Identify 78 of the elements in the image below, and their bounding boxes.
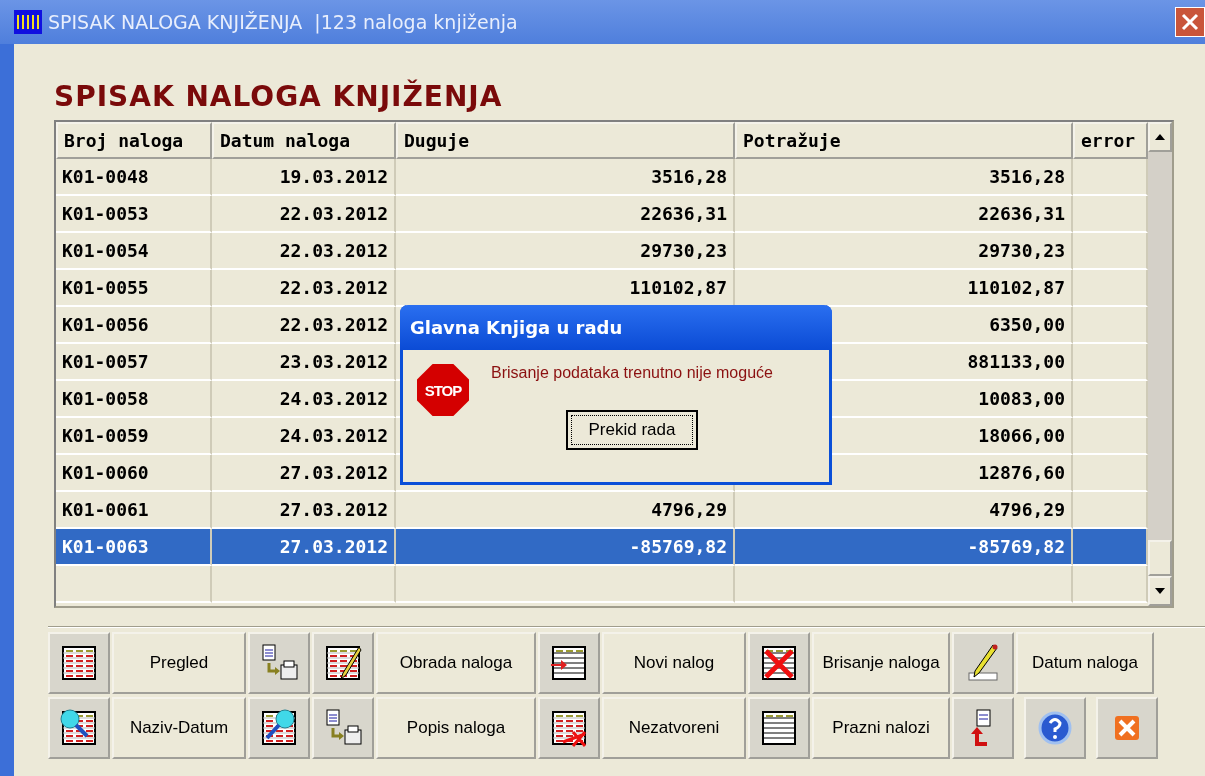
table-cross-icon <box>759 643 799 683</box>
scroll-down-button[interactable] <box>1148 576 1172 606</box>
toolbar-button[interactable]: Naziv-Datum <box>112 697 246 759</box>
table-cell: 23.03.2012 <box>212 344 396 381</box>
table-cell: 22.03.2012 <box>212 270 396 307</box>
dialog-button[interactable]: Prekid rada <box>566 410 698 450</box>
table-cell: 24.03.2012 <box>212 418 396 455</box>
table-cell: 24.03.2012 <box>212 381 396 418</box>
app-logo-icon <box>14 10 42 34</box>
table-cell: K01-0060 <box>56 455 212 492</box>
scroll-up-button[interactable] <box>1148 122 1172 152</box>
table-cell: K01-0058 <box>56 381 212 418</box>
column-header[interactable]: Duguje <box>396 122 735 159</box>
table-cell: 22636,31 <box>735 196 1073 233</box>
table-cell: K01-0056 <box>56 307 212 344</box>
table-cell: -85769,82 <box>396 529 735 566</box>
toolbar-icon-button[interactable] <box>748 632 810 694</box>
table-cell: 29730,23 <box>396 233 735 270</box>
table-cell: K01-0053 <box>56 196 212 233</box>
table-cell: 27.03.2012 <box>212 455 396 492</box>
column-header[interactable]: Potražuje <box>735 122 1073 159</box>
toolbar-icon-button[interactable] <box>48 697 110 759</box>
table-cross-icon <box>549 708 589 748</box>
table-icon <box>59 643 99 683</box>
toolbar-button[interactable]: Popis naloga <box>376 697 536 759</box>
scroll-bar[interactable] <box>1148 122 1172 606</box>
up-triangle-icon <box>1155 134 1165 140</box>
close-icon <box>1180 12 1200 32</box>
toolbar-button[interactable]: Novi nalog <box>602 632 746 694</box>
table-cell: K01-0059 <box>56 418 212 455</box>
table-cell: 19.03.2012 <box>212 159 396 196</box>
table-cell: K01-0055 <box>56 270 212 307</box>
table-cell: -85769,82 <box>735 529 1073 566</box>
table-cell: K01-0061 <box>56 492 212 529</box>
toolbar-button[interactable]: Nezatvoreni <box>602 697 746 759</box>
toolbar-button[interactable]: Prazni nalozi <box>812 697 950 759</box>
toolbar-button[interactable]: Datum naloga <box>1016 632 1154 694</box>
table-cell: 27.03.2012 <box>212 492 396 529</box>
down-triangle-icon <box>1155 588 1165 594</box>
stop-sign-icon: STOP <box>417 364 469 416</box>
table-cell: 3516,28 <box>396 159 735 196</box>
document-printer-icon <box>259 643 299 683</box>
scroll-thumb[interactable] <box>1148 540 1172 576</box>
table-cell: K01-0063 <box>56 529 212 566</box>
table-cell: 4796,29 <box>396 492 735 529</box>
table-cell: 29730,23 <box>735 233 1073 270</box>
table-cell: 3516,28 <box>735 159 1073 196</box>
table-cell: 22636,31 <box>396 196 735 233</box>
table-cell: 4796,29 <box>735 492 1073 529</box>
toolbar-button[interactable]: Pregled <box>112 632 246 694</box>
column-header[interactable]: Datum naloga <box>212 122 396 159</box>
column-header[interactable]: error <box>1073 122 1148 159</box>
toolbar-icon-button[interactable] <box>748 697 810 759</box>
table-cell: 22.03.2012 <box>212 233 396 270</box>
toolbar-icon-button[interactable] <box>538 697 600 759</box>
table-cell: K01-0057 <box>56 344 212 381</box>
table-magnifier-icon <box>259 708 299 748</box>
table-magnifier-icon <box>59 708 99 748</box>
table-cell: K01-0054 <box>56 233 212 270</box>
table-cell: 110102,87 <box>396 270 735 307</box>
page-heading: SPISAK NALOGA KNJIŽENJA <box>54 80 504 115</box>
window-title: SPISAK NALOGA KNJIŽENJA |123 naloga knjiženja <box>48 11 519 33</box>
toolbar-icon-button[interactable] <box>248 697 310 759</box>
toolbar-icon-button[interactable] <box>48 632 110 694</box>
toolbar-button[interactable]: Brisanje naloga <box>812 632 950 694</box>
close-button[interactable] <box>1175 7 1205 37</box>
toolbar-button[interactable]: Obrada naloga <box>376 632 536 694</box>
table-cell: 27.03.2012 <box>212 529 396 566</box>
table-cell: 22.03.2012 <box>212 307 396 344</box>
table-pencil-icon <box>323 643 363 683</box>
table-cell: 22.03.2012 <box>212 196 396 233</box>
toolbar-icon-button[interactable] <box>538 632 600 694</box>
column-header[interactable]: Broj naloga <box>56 122 212 159</box>
document-printer-icon <box>323 708 363 748</box>
table-cell: K01-0048 <box>56 159 212 196</box>
dialog-title: Glavna Knjiga u radu <box>400 305 832 350</box>
toolbar-icon-button[interactable] <box>312 632 374 694</box>
table-icon <box>759 708 799 748</box>
